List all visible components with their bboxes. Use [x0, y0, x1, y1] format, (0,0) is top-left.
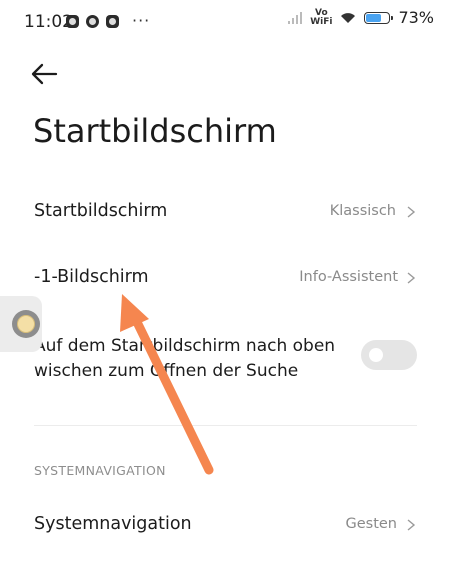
page-title: Startbildschirm: [33, 112, 277, 150]
battery-cap: [391, 15, 394, 20]
swipe-up-search-toggle[interactable]: [361, 340, 417, 370]
shazam-icon: [106, 14, 119, 28]
setting-home-screen-value: Klassisch: [329, 203, 396, 219]
signal-icon: [288, 11, 303, 24]
setting-home-screen[interactable]: Startbildschirm Klassisch: [0, 190, 450, 236]
back-button[interactable]: [30, 60, 60, 88]
setting-system-navigation[interactable]: Systemnavigation Gesten: [0, 503, 450, 549]
chevron-right-icon: [407, 206, 416, 218]
battery-icon: [364, 11, 394, 24]
app-notification-icon: [66, 14, 79, 28]
status-indicators: Vo WiFi 73%: [288, 8, 434, 27]
setting-minus-one-screen-value: Info-Assistent: [299, 269, 398, 285]
floating-quick-ball[interactable]: [0, 296, 42, 352]
section-header-system-navigation: SYSTEMNAVIGATION: [34, 463, 166, 478]
setting-minus-one-screen[interactable]: -1-Bildschirm Info-Assistent: [0, 256, 450, 302]
battery-percent: 73%: [398, 8, 434, 27]
wifi-icon: [341, 12, 356, 23]
status-bar: 11:02 ··· Vo WiFi 73%: [0, 0, 450, 44]
setting-system-navigation-label: Systemnavigation: [34, 514, 192, 534]
setting-system-navigation-value: Gesten: [345, 516, 397, 532]
setting-home-screen-label: Startbildschirm: [34, 201, 168, 221]
vowifi-bottom: WiFi: [310, 16, 333, 27]
vowifi-icon: Vo WiFi: [310, 8, 333, 27]
chevron-right-icon: [407, 272, 416, 284]
record-icon: [86, 14, 99, 28]
section-divider: [34, 425, 417, 426]
battery-level: [366, 13, 382, 22]
setting-swipe-up-search-label: Auf dem Startbildschirm nach oben wische…: [34, 336, 336, 381]
chevron-right-icon: [407, 519, 416, 531]
notification-icons: ···: [66, 13, 150, 29]
more-notifications-icon: ···: [132, 11, 151, 30]
quick-ball-icon: [17, 315, 35, 333]
toggle-knob: [369, 348, 383, 362]
back-arrow-icon: [31, 63, 58, 85]
setting-minus-one-screen-label: -1-Bildschirm: [34, 267, 149, 287]
